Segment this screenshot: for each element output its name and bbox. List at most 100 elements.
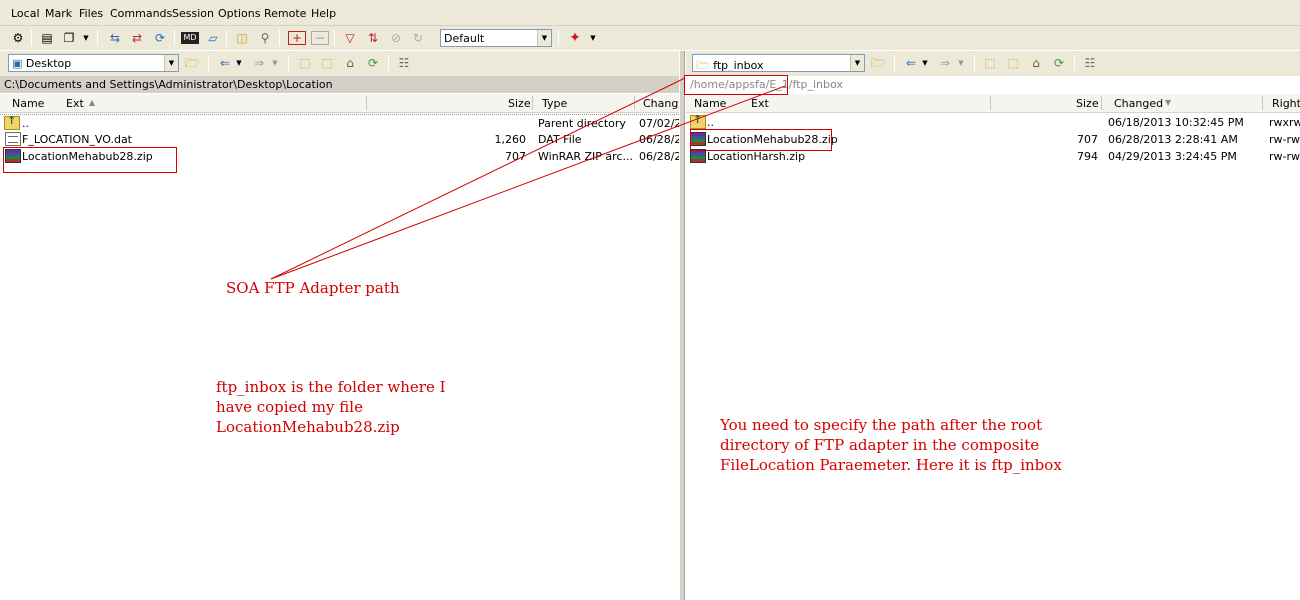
folder-icon[interactable]: 🗁: [183, 54, 201, 72]
select-icon[interactable]: +: [288, 31, 306, 45]
refresh-icon[interactable]: ⟳: [151, 29, 169, 47]
gear-icon[interactable]: ⚙: [9, 29, 27, 47]
dropdown-arrow-icon[interactable]: ▼: [588, 29, 598, 47]
transfer-icon[interactable]: ✦: [566, 29, 584, 47]
tree-icon[interactable]: ☷: [1081, 54, 1099, 72]
file-changed: 06/28/2: [639, 150, 679, 163]
list-item[interactable]: .. Parent directory 07/02/2: [0, 114, 679, 131]
file-name: ..: [707, 116, 714, 129]
menu-mark[interactable]: Mark: [45, 7, 72, 20]
menu-commands[interactable]: Commands: [110, 7, 172, 20]
menu-session[interactable]: Session: [172, 7, 214, 20]
search-icon[interactable]: ⚲: [256, 29, 274, 47]
unselect-icon[interactable]: −: [311, 31, 329, 45]
panel-splitter[interactable]: [679, 51, 685, 600]
column-changed[interactable]: Changed: [1114, 97, 1163, 110]
tree-icon[interactable]: ☷: [395, 54, 413, 72]
refresh-icon[interactable]: ⟳: [1050, 54, 1068, 72]
file-type: WinRAR ZIP arc...: [538, 150, 632, 163]
file-size: 707: [1077, 133, 1098, 146]
parent-dir-icon: [4, 114, 20, 130]
dropdown-arrow-icon[interactable]: ▼: [920, 54, 930, 72]
annotation-line: ftp_inbox is the folder where I: [216, 378, 446, 396]
file-changed: 06/28/2013 2:28:41 AM: [1108, 133, 1238, 146]
home-icon[interactable]: ⌂: [1027, 54, 1045, 72]
column-name[interactable]: Name: [694, 97, 726, 110]
back-icon[interactable]: ⇐: [902, 54, 920, 72]
annotation-inbox-note: ftp_inbox is the folder where I have cop…: [216, 377, 446, 437]
file-changed: 06/18/2013 10:32:45 PM: [1108, 116, 1244, 129]
file-rights: rwxrw: [1269, 116, 1300, 129]
home-icon[interactable]: ⌂: [341, 54, 359, 72]
sort-ascending-icon: ▲: [89, 98, 96, 107]
menu-remote[interactable]: Remote: [264, 7, 306, 20]
dropdown-arrow-icon[interactable]: ▼: [270, 54, 280, 72]
chevron-down-icon: ▼: [537, 30, 551, 46]
annotation-line: You need to specify the path after the r…: [720, 416, 1043, 434]
menu-help[interactable]: Help: [311, 7, 336, 20]
dropdown-arrow-icon[interactable]: ▼: [234, 54, 244, 72]
parent-folder-icon[interactable]: ⬚: [981, 54, 999, 72]
remote-dir-value: ftp_inbox: [713, 59, 764, 72]
file-size: 794: [1077, 150, 1098, 163]
folder-icon[interactable]: 🗁: [869, 54, 887, 72]
menu-bar: Local Mark Files Commands Session Option…: [0, 0, 1300, 26]
file-size: 1,260: [494, 133, 527, 146]
filter-icon[interactable]: ▽: [341, 29, 359, 47]
putty-icon[interactable]: ▱: [204, 29, 222, 47]
column-ext[interactable]: Ext: [66, 97, 84, 110]
annotation-box-remote-file: [690, 129, 832, 151]
file-type: Parent directory: [538, 117, 626, 130]
remote-dir-select[interactable]: 🗁 ftp_inbox ▼: [692, 54, 865, 72]
refresh-icon[interactable]: ⟳: [364, 54, 382, 72]
parent-folder-icon[interactable]: ⬚: [296, 54, 314, 72]
root-folder-icon[interactable]: ⬚: [318, 54, 336, 72]
copy-icon[interactable]: ❐: [60, 29, 78, 47]
rar-archive-icon: [690, 149, 706, 163]
forward-icon[interactable]: ⇒: [250, 54, 268, 72]
file-name: ..: [22, 117, 29, 130]
column-type[interactable]: Type: [542, 97, 567, 110]
file-rights: rw-rw-: [1269, 133, 1300, 146]
menu-options[interactable]: Options: [218, 7, 260, 20]
invert-selection-icon[interactable]: ⇅: [364, 29, 382, 47]
list-item[interactable]: F_LOCATION_VO.dat 1,260 DAT File 06/28/2: [0, 131, 679, 148]
annotation-line: FileLocation Paraemeter. Here it is ftp_…: [720, 456, 1062, 474]
console-icon[interactable]: MD: [181, 32, 199, 44]
file-name: F_LOCATION_VO.dat: [22, 133, 132, 146]
dat-file-icon: [5, 132, 21, 146]
root-folder-icon[interactable]: ⬚: [1004, 54, 1022, 72]
chevron-down-icon: ▼: [850, 55, 864, 71]
menu-files[interactable]: Files: [79, 7, 103, 20]
remote-file-list[interactable]: .. 06/18/2013 10:32:45 PM rwxrw Location…: [686, 113, 1300, 598]
menu-local[interactable]: Local: [11, 7, 40, 20]
column-size[interactable]: Size: [1076, 97, 1099, 110]
transfer-profile-select[interactable]: Default ▼: [440, 29, 552, 47]
back-icon[interactable]: ⇐: [216, 54, 234, 72]
reload-icon[interactable]: ↻: [409, 29, 427, 47]
column-name[interactable]: Name: [12, 97, 44, 110]
column-ext[interactable]: Ext: [751, 97, 769, 110]
queue-icon[interactable]: ▤: [38, 29, 56, 47]
local-drive-select[interactable]: ▣ Desktop ▼: [8, 54, 179, 72]
column-rights[interactable]: Rights: [1272, 97, 1300, 110]
compare-icon[interactable]: ⇄: [128, 29, 146, 47]
folder-icon: 🗁: [696, 59, 710, 72]
column-size[interactable]: Size: [508, 97, 531, 110]
local-path-bar[interactable]: C:\Documents and Settings\Administrator\…: [0, 76, 679, 93]
file-size: 707: [505, 150, 526, 163]
annotation-specify-note: You need to specify the path after the r…: [720, 415, 1062, 475]
open-icon[interactable]: ◫: [233, 29, 251, 47]
local-file-list-header: Name Ext ▲ Size Type Change: [0, 94, 685, 113]
file-changed: 04/29/2013 3:24:45 PM: [1108, 150, 1237, 163]
annotation-line: LocationMehabub28.zip: [216, 418, 400, 436]
desktop-icon: ▣: [12, 57, 23, 70]
local-file-list[interactable]: .. Parent directory 07/02/2 F_LOCATION_V…: [0, 113, 679, 598]
dropdown-arrow-icon[interactable]: ▼: [956, 54, 966, 72]
dropdown-arrow-icon[interactable]: ▼: [80, 29, 92, 47]
forward-icon[interactable]: ⇒: [936, 54, 954, 72]
file-type: DAT File: [538, 133, 582, 146]
local-panel-toolbar: ▣ Desktop ▼ 🗁 ⇐ ▼ ⇒ ▼ ⬚ ⬚ ⌂ ⟳ ☷: [0, 51, 679, 76]
synchronize-icon[interactable]: ⇆: [106, 29, 124, 47]
clear-icon[interactable]: ⊘: [387, 29, 405, 47]
